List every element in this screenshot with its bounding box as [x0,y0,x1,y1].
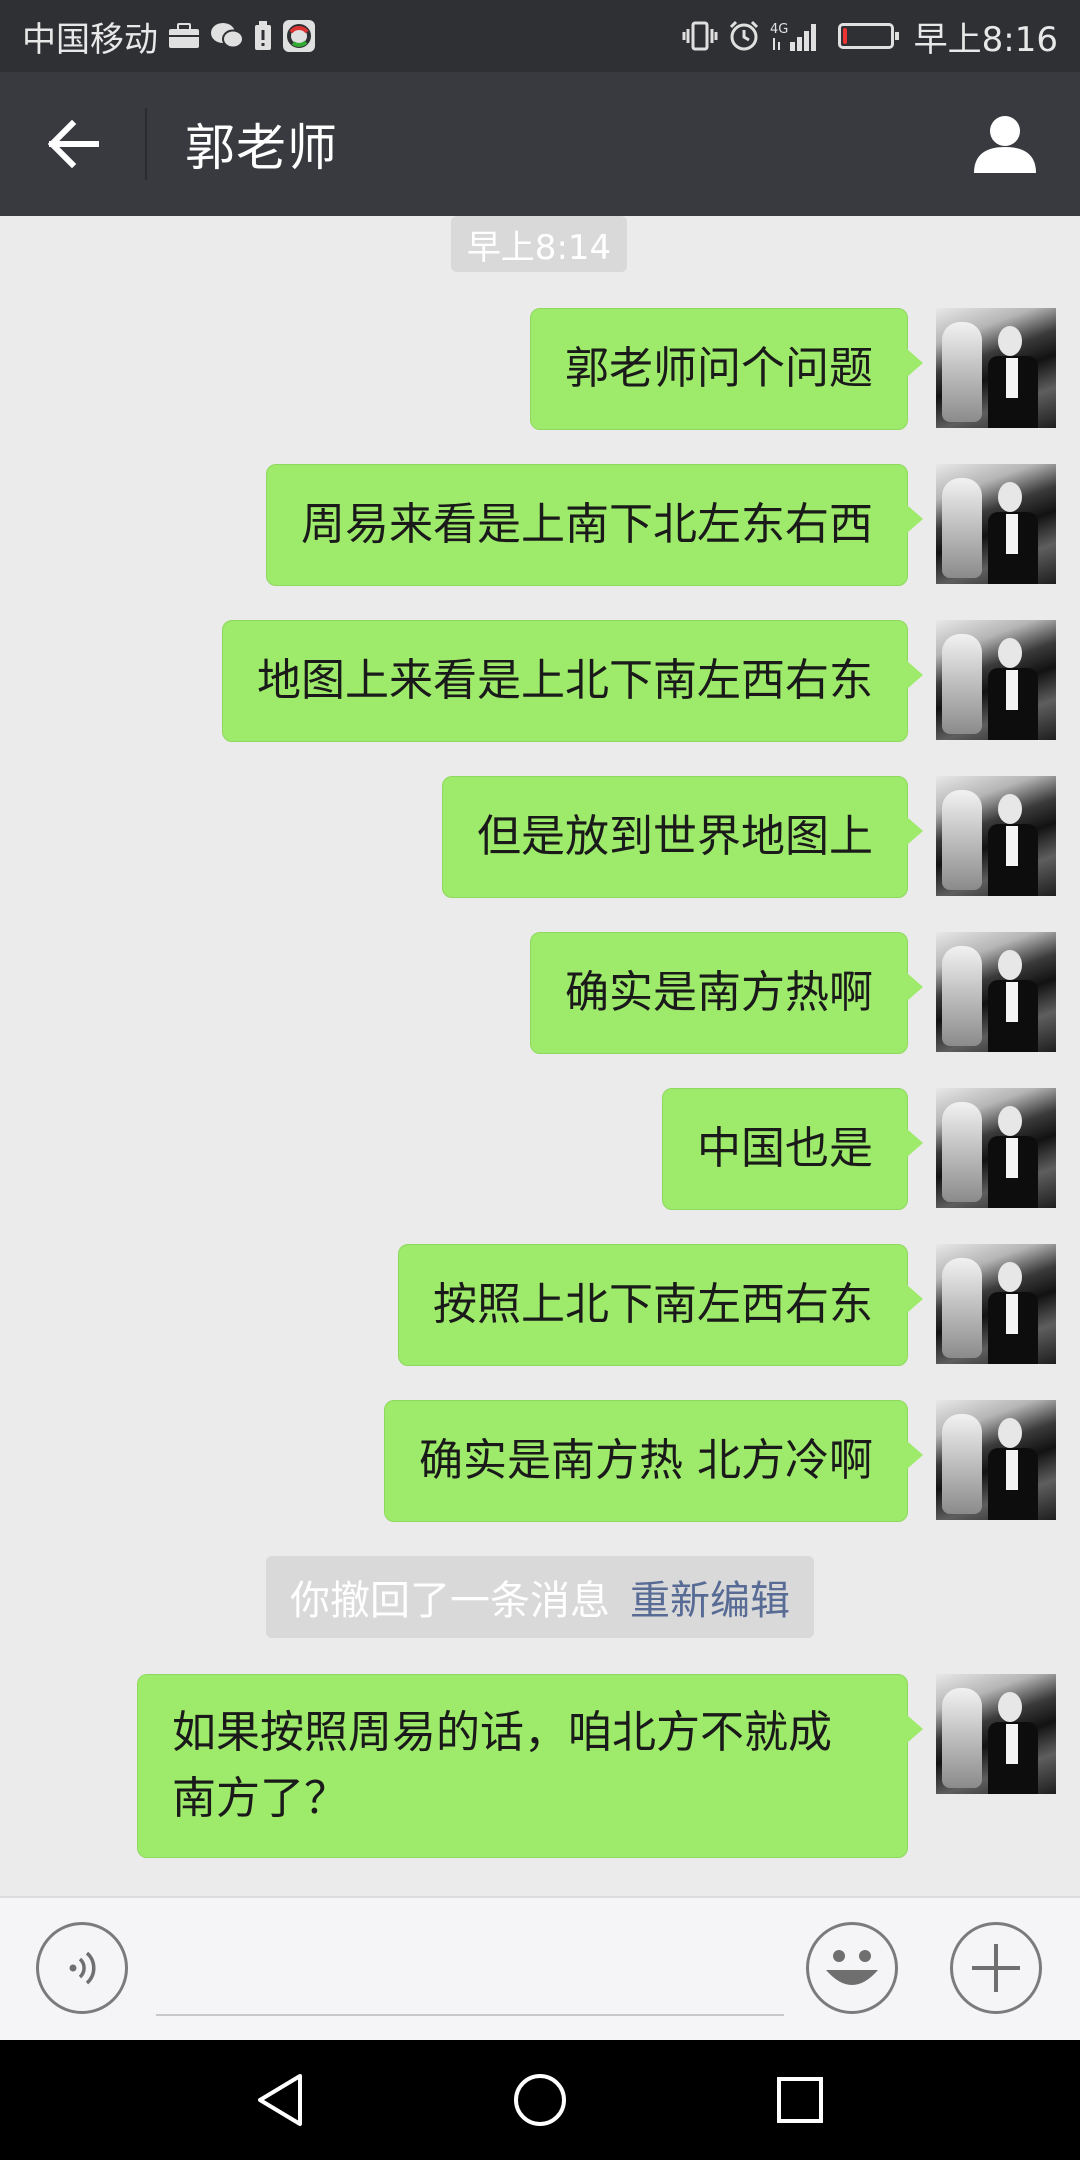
wechat-icon [210,22,244,50]
app-notification-icon [282,19,316,53]
message-bubble[interactable]: 郭老师问个问题 [530,308,923,430]
plus-icon [972,1944,1020,1992]
voice-button[interactable] [36,1922,128,2014]
header-divider [145,108,147,180]
emoji-icon [826,1950,878,1985]
message-row: 如果按照周易的话，咱北方不就成南方了？ [0,1674,1080,1864]
nav-back-button[interactable] [220,2040,340,2160]
input-bar [0,1896,1080,2040]
wechat-chat-screen: 中国移动 4G 早上8:16 郭老师 早上8:14 郭老师问个问题 周易来看是上… [0,0,1080,2160]
recall-notice: 你撤回了一条消息 重新编辑 [266,1556,814,1638]
message-bubble[interactable]: 周易来看是上南下北左东右西 [266,464,923,586]
avatar[interactable] [936,932,1056,1052]
status-right: 4G 早上8:16 [682,12,1058,61]
message-timestamp: 早上8:14 [451,216,627,272]
battery-level-fill [842,28,847,44]
message-row: 地图上来看是上北下南左西右东 [0,620,1080,742]
more-options-button[interactable] [950,1922,1042,2014]
message-row: 按照上北下南左西右东 [0,1244,1080,1366]
message-bubble[interactable]: 中国也是 [662,1088,923,1210]
network-type-label: 4G [770,22,788,37]
message-row: 但是放到世界地图上 [0,776,1080,898]
nav-recents-button[interactable] [740,2040,860,2160]
vibrate-icon [682,21,718,51]
battery-icon [837,23,899,49]
voice-icon [69,1951,96,1985]
alarm-icon [728,20,760,52]
nav-home-icon [514,2074,566,2126]
status-time: 早上8:16 [913,19,1058,60]
status-left: 中国移动 [22,12,316,61]
recall-notice-text: 你撤回了一条消息 [290,1578,610,1624]
message-row: 确实是南方热 北方冷啊 [0,1400,1080,1522]
avatar[interactable] [936,308,1056,428]
chat-header: 郭老师 [0,72,1080,216]
nav-back-icon [258,2074,302,2126]
message-row: 中国也是 [0,1088,1080,1210]
nav-recents-icon [777,2077,823,2123]
avatar[interactable] [936,776,1056,896]
back-button[interactable] [0,72,145,216]
message-bubble[interactable]: 但是放到世界地图上 [442,776,923,898]
nav-home-button[interactable] [480,2040,600,2160]
avatar[interactable] [936,1674,1056,1794]
battery-saver-icon [254,21,272,51]
message-bubble[interactable]: 如果按照周易的话，咱北方不就成南方了？ [137,1674,923,1858]
back-arrow-icon [47,120,99,168]
briefcase-icon [168,23,200,49]
signal-icon: 4G [770,20,822,52]
message-row: 周易来看是上南下北左东右西 [0,464,1080,586]
avatar[interactable] [936,464,1056,584]
message-input[interactable] [156,1934,784,2016]
message-list[interactable]: 早上8:14 郭老师问个问题 周易来看是上南下北左东右西 地图上来看是上北下南左… [0,216,1080,1896]
carrier-name: 中国移动 [22,19,158,60]
person-icon [974,116,1036,173]
status-bar: 中国移动 4G 早上8:16 [0,0,1080,72]
message-bubble[interactable]: 确实是南方热 北方冷啊 [384,1400,923,1522]
avatar[interactable] [936,1088,1056,1208]
re-edit-link[interactable]: 重新编辑 [630,1568,790,1626]
system-nav-bar [0,2040,1080,2160]
emoji-button[interactable] [806,1922,898,2014]
avatar[interactable] [936,1400,1056,1520]
message-row: 郭老师问个问题 [0,308,1080,430]
message-bubble[interactable]: 地图上来看是上北下南左西右东 [222,620,923,742]
message-bubble[interactable]: 按照上北下南左西右东 [398,1244,923,1366]
message-bubble[interactable]: 确实是南方热啊 [530,932,923,1054]
avatar[interactable] [936,620,1056,740]
chat-title: 郭老师 [185,119,338,177]
chat-info-button[interactable] [930,72,1080,216]
message-row: 确实是南方热啊 [0,932,1080,1054]
avatar[interactable] [936,1244,1056,1364]
